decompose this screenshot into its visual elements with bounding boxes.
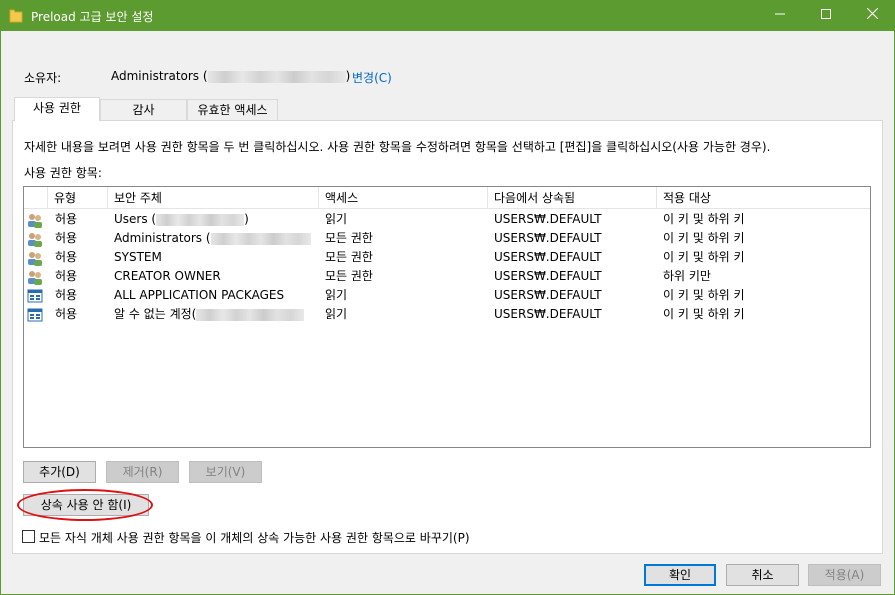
permission-row[interactable]: 허용 ALL APPLICATION PACKAGES 읽기 USERS₩.DE… xyxy=(24,286,870,305)
entry-inherited-from: USERS₩.DEFAULT xyxy=(494,307,602,321)
entry-applies-to: 이 키 및 하위 키 xyxy=(663,231,745,245)
cancel-button[interactable]: 취소 xyxy=(726,564,799,586)
entry-principal: 알 수 없는 계정( xyxy=(114,305,305,324)
entry-access: 모든 권한 xyxy=(325,231,373,245)
remove-button[interactable]: 제거(R) xyxy=(106,461,179,483)
app-package-icon xyxy=(27,308,43,322)
replace-child-permissions-checkbox[interactable] xyxy=(22,530,35,543)
entry-type: 허용 xyxy=(55,212,78,226)
column-header-inherited-from[interactable]: 다음에서 상속됨 xyxy=(488,187,657,209)
title-bar: Preload 고급 보안 설정 xyxy=(0,0,895,31)
permission-row[interactable]: 허용 알 수 없는 계정( 읽기 USERS₩.DEFAULT 이 키 및 하위… xyxy=(24,305,870,324)
owner-name: Administrators () xyxy=(111,69,350,83)
entry-inherited-from: USERS₩.DEFAULT xyxy=(494,231,602,245)
permission-row[interactable]: 허용 Administrators ( 모든 권한 USERS₩.DEFAULT… xyxy=(24,229,870,248)
minimize-button[interactable] xyxy=(757,0,803,31)
redacted-sid xyxy=(210,232,311,245)
apply-button[interactable]: 적용(A) xyxy=(808,564,881,586)
entry-access: 읽기 xyxy=(325,288,348,302)
close-icon xyxy=(866,7,878,20)
ok-button[interactable]: 확인 xyxy=(644,564,716,586)
entry-principal: Administrators ( xyxy=(114,229,311,248)
entry-principal: ALL APPLICATION PACKAGES xyxy=(114,288,285,302)
app-package-icon xyxy=(27,289,43,303)
principal-suffix: ) xyxy=(244,212,249,226)
users-group-icon xyxy=(28,214,42,228)
users-group-icon xyxy=(28,271,42,285)
entry-access: 읽기 xyxy=(325,307,348,321)
entry-principal: SYSTEM xyxy=(114,250,162,264)
tab-auditing[interactable]: 감사 xyxy=(100,99,187,120)
entry-applies-to: 이 키 및 하위 키 xyxy=(663,212,745,226)
entry-access: 모든 권한 xyxy=(325,269,373,283)
entry-access: 모든 권한 xyxy=(325,250,373,264)
entry-applies-to: 이 키 및 하위 키 xyxy=(663,288,745,302)
entry-applies-to: 이 키 및 하위 키 xyxy=(663,250,745,264)
permission-row[interactable]: 허용 SYSTEM 모든 권한 USERS₩.DEFAULT 이 키 및 하위 … xyxy=(24,248,870,267)
owner-label: 소유자: xyxy=(24,71,62,85)
window-title: Preload 고급 보안 설정 xyxy=(31,10,154,24)
column-header-applies-to[interactable]: 적용 대상 xyxy=(657,187,870,209)
principal-text: Users ( xyxy=(114,212,157,226)
entry-inherited-from: USERS₩.DEFAULT xyxy=(494,250,602,264)
list-header: 유형 보안 주체 액세스 다음에서 상속됨 적용 대상 xyxy=(24,187,870,209)
entry-applies-to: 이 키 및 하위 키 xyxy=(663,307,745,321)
permission-entries-list[interactable]: 유형 보안 주체 액세스 다음에서 상속됨 적용 대상 허용 Users () … xyxy=(23,186,871,448)
owner-name-text: Administrators ( xyxy=(111,69,208,83)
principal-text: Administrators ( xyxy=(114,231,211,245)
add-button[interactable]: 추가(D) xyxy=(23,461,96,483)
redacted-sid xyxy=(156,213,245,226)
entry-type: 허용 xyxy=(55,307,78,321)
entry-type: 허용 xyxy=(55,250,78,264)
view-button[interactable]: 보기(V) xyxy=(189,461,262,483)
maximize-icon xyxy=(821,9,831,19)
entry-type: 허용 xyxy=(55,288,78,302)
entry-inherited-from: USERS₩.DEFAULT xyxy=(494,212,602,226)
principal-text: 알 수 없는 계정( xyxy=(114,307,197,321)
change-owner-link[interactable]: 변경(C) xyxy=(352,69,392,86)
folder-icon xyxy=(9,9,23,23)
entry-principal: CREATOR OWNER xyxy=(114,269,221,283)
users-group-icon xyxy=(28,233,42,247)
tab-effective-access[interactable]: 유효한 액세스 xyxy=(187,99,278,120)
replace-child-permissions-label: 모든 자식 개체 사용 권한 항목을 이 개체의 상속 가능한 사용 권한 항목… xyxy=(39,531,470,545)
column-header-type[interactable]: 유형 xyxy=(48,187,108,209)
entry-applies-to: 하위 키만 xyxy=(663,269,711,283)
entry-inherited-from: USERS₩.DEFAULT xyxy=(494,288,602,302)
permission-row[interactable]: 허용 Users () 읽기 USERS₩.DEFAULT 이 키 및 하위 키 xyxy=(24,210,870,229)
entry-type: 허용 xyxy=(55,231,78,245)
column-header-principal[interactable]: 보안 주체 xyxy=(108,187,319,209)
tab-permissions[interactable]: 사용 권한 xyxy=(14,97,100,121)
entries-label: 사용 권한 항목: xyxy=(24,166,102,180)
minimize-icon xyxy=(775,13,785,15)
column-header-access[interactable]: 액세스 xyxy=(319,187,488,209)
close-button[interactable] xyxy=(849,0,895,31)
maximize-button[interactable] xyxy=(803,0,849,31)
entry-access: 읽기 xyxy=(325,212,348,226)
disable-inheritance-button[interactable]: 상속 사용 안 함(I) xyxy=(23,494,149,516)
entry-type: 허용 xyxy=(55,269,78,283)
permission-row[interactable]: 허용 CREATOR OWNER 모든 권한 USERS₩.DEFAULT 하위… xyxy=(24,267,870,286)
redacted-sid xyxy=(196,308,305,321)
redacted-sid xyxy=(207,70,346,83)
owner-name-suffix: ) xyxy=(345,69,351,83)
instructions-text: 자세한 내용을 보려면 사용 권한 항목을 두 번 클릭하십시오. 사용 권한 … xyxy=(24,140,771,154)
column-header-icon[interactable] xyxy=(24,187,48,209)
users-group-icon xyxy=(28,252,42,266)
entry-principal: Users () xyxy=(114,210,249,229)
entry-inherited-from: USERS₩.DEFAULT xyxy=(494,269,602,283)
